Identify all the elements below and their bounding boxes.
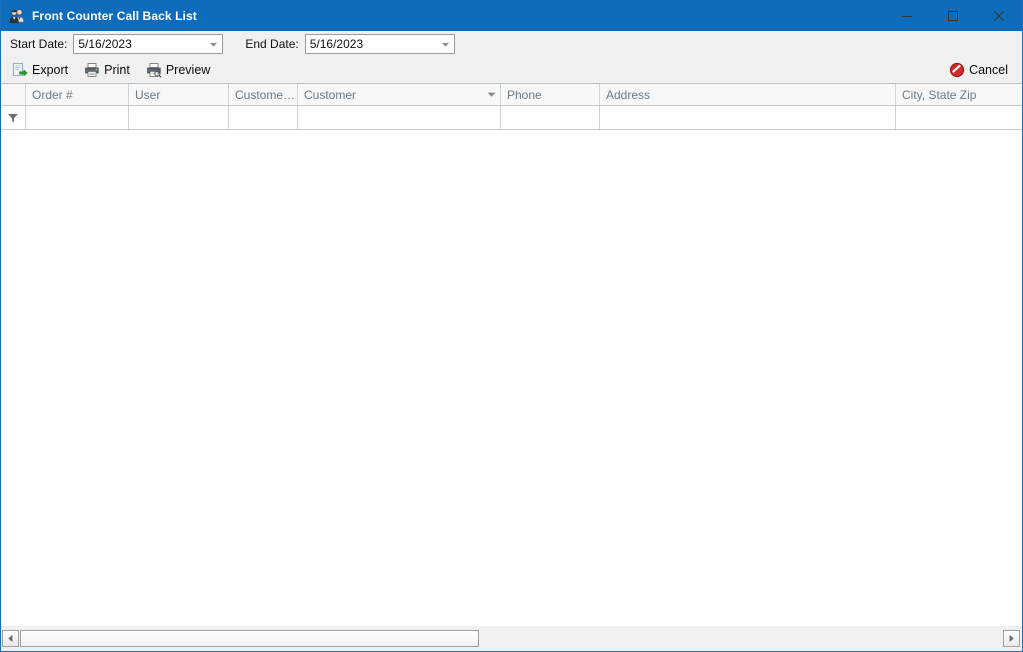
filter-cell-city-state-zip[interactable] bbox=[896, 106, 1022, 129]
column-header-label: User bbox=[135, 87, 161, 102]
column-header-label: Customer bbox=[304, 87, 357, 102]
maximize-button[interactable] bbox=[930, 0, 976, 31]
column-header-customer[interactable]: Customer bbox=[298, 84, 501, 105]
horizontal-scrollbar-area bbox=[1, 626, 1022, 651]
print-preview-icon bbox=[146, 62, 162, 78]
arrow-right-icon bbox=[1009, 634, 1014, 643]
column-header-city-state-zip[interactable]: City, State Zip bbox=[896, 84, 1022, 105]
column-header-label: Customer No bbox=[235, 87, 297, 102]
filter-cell-order-no[interactable] bbox=[26, 106, 129, 129]
grid-body-empty bbox=[1, 130, 1022, 606]
arrow-left-icon bbox=[8, 634, 13, 643]
users-icon bbox=[9, 8, 25, 24]
customer-filter-dropdown-button[interactable] bbox=[482, 85, 500, 105]
minimize-button[interactable] bbox=[884, 0, 930, 31]
filter-cell-user[interactable] bbox=[129, 106, 229, 129]
scrollbar-thumb[interactable] bbox=[20, 630, 479, 647]
minimize-icon bbox=[902, 15, 912, 17]
cancel-prohibition-icon bbox=[949, 62, 965, 78]
column-header-user[interactable]: User bbox=[129, 84, 229, 105]
export-button[interactable]: Export bbox=[6, 59, 74, 81]
date-filter-bar: Start Date: 5/16/2023 End Date: 5/16/202… bbox=[1, 31, 1022, 57]
action-toolbar: Export Print Preview Cancel bbox=[1, 57, 1022, 83]
filter-cell-customer-no[interactable] bbox=[229, 106, 298, 129]
scrollbar-track[interactable] bbox=[20, 629, 1002, 648]
application-window: Front Counter Call Back List Start Date: bbox=[0, 0, 1023, 652]
start-date-dropdown-button[interactable] bbox=[205, 35, 222, 53]
end-date-label: End Date: bbox=[245, 37, 299, 51]
start-date-value: 5/16/2023 bbox=[78, 37, 132, 51]
end-date-value: 5/16/2023 bbox=[309, 37, 364, 51]
print-label: Print bbox=[104, 63, 130, 77]
scroll-left-button[interactable] bbox=[2, 630, 19, 647]
horizontal-scrollbar[interactable] bbox=[1, 629, 1022, 648]
print-button[interactable]: Print bbox=[78, 59, 136, 81]
printer-icon bbox=[84, 62, 100, 78]
end-date-input[interactable]: 5/16/2023 bbox=[304, 34, 455, 54]
end-date-dropdown-button[interactable] bbox=[437, 35, 454, 53]
column-header-label: City, State Zip bbox=[902, 87, 977, 102]
cancel-button[interactable]: Cancel bbox=[943, 59, 1014, 81]
grid-indicator-header bbox=[1, 84, 26, 105]
preview-button[interactable]: Preview bbox=[140, 59, 216, 81]
filter-cell-customer[interactable] bbox=[298, 106, 501, 129]
filter-dropdown-icon bbox=[487, 92, 495, 97]
call-back-list-grid: Order # User Customer No Customer Phone bbox=[1, 83, 1022, 606]
toolbar-gap bbox=[223, 44, 245, 45]
column-header-label: Address bbox=[606, 87, 651, 102]
window-title: Front Counter Call Back List bbox=[32, 8, 197, 23]
chevron-down-icon bbox=[441, 42, 449, 47]
grid-header-row: Order # User Customer No Customer Phone bbox=[1, 84, 1022, 106]
chevron-down-icon bbox=[210, 42, 218, 47]
column-header-phone[interactable]: Phone bbox=[501, 84, 600, 105]
column-header-order-no[interactable]: Order # bbox=[26, 84, 129, 105]
maximize-icon bbox=[948, 10, 958, 21]
filter-funnel-icon bbox=[8, 113, 18, 122]
start-date-label: Start Date: bbox=[10, 37, 68, 51]
cancel-label: Cancel bbox=[969, 63, 1008, 77]
start-date-input[interactable]: 5/16/2023 bbox=[73, 34, 224, 54]
filter-cell-phone[interactable] bbox=[501, 106, 600, 129]
filter-row-indicator[interactable] bbox=[1, 106, 26, 129]
close-button[interactable] bbox=[976, 0, 1022, 31]
column-header-customer-no[interactable]: Customer No bbox=[229, 84, 298, 105]
window-controls bbox=[884, 0, 1022, 31]
column-header-address[interactable]: Address bbox=[600, 84, 896, 105]
grid-filter-row bbox=[1, 106, 1022, 130]
close-icon bbox=[994, 10, 1004, 21]
filter-cell-address[interactable] bbox=[600, 106, 896, 129]
export-label: Export bbox=[32, 63, 69, 77]
title-bar: Front Counter Call Back List bbox=[1, 0, 1022, 31]
column-header-label: Order # bbox=[32, 87, 73, 102]
preview-label: Preview bbox=[165, 63, 211, 77]
export-document-icon bbox=[12, 62, 28, 78]
column-header-label: Phone bbox=[507, 87, 542, 102]
scroll-right-button[interactable] bbox=[1003, 630, 1020, 647]
